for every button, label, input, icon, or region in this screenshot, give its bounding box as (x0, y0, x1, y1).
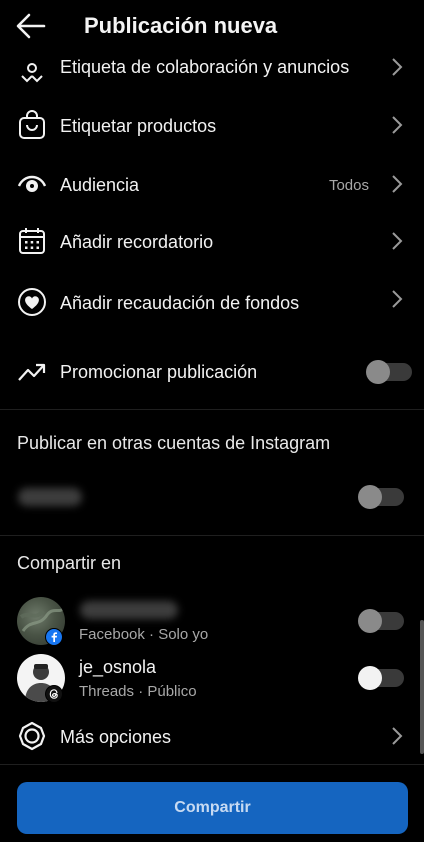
chevron-right-icon (392, 175, 403, 193)
trending-up-icon (18, 363, 46, 381)
collab-tag-icon (21, 63, 43, 83)
more-options[interactable]: Más opciones (0, 708, 424, 764)
divider (0, 409, 424, 410)
threads-badge-icon (45, 685, 63, 703)
other-account-toggle[interactable] (358, 485, 404, 509)
audience-value: Todos (328, 177, 369, 194)
option-add-fundraiser[interactable]: Añadir recaudación de fondos (0, 274, 424, 330)
chevron-right-icon (392, 727, 403, 745)
calendar-icon (19, 228, 45, 254)
chevron-right-icon (392, 116, 403, 134)
other-accounts-title: Publicar en otras cuentas de Instagram (17, 433, 331, 453)
option-tag-products[interactable]: Etiquetar productos (0, 97, 424, 153)
option-label: Etiquetar productos (60, 116, 217, 136)
audience-eye-icon (17, 175, 47, 192)
option-add-reminder[interactable]: Añadir recordatorio (0, 213, 424, 269)
more-options-label: Más opciones (60, 727, 172, 747)
shopping-bag-icon (19, 110, 45, 139)
option-audience[interactable]: Audiencia Todos (0, 156, 424, 212)
chevron-right-icon (392, 58, 403, 76)
back-arrow-icon[interactable] (14, 11, 48, 41)
share-on-title: Compartir en (17, 553, 122, 573)
divider (0, 764, 424, 765)
top-bar: Publicación nueva (0, 0, 424, 54)
scrollbar[interactable] (420, 620, 424, 754)
threads-account-name: je_osnola (79, 657, 157, 677)
option-label: Audiencia (60, 175, 140, 195)
toggle-knob (358, 609, 382, 633)
chevron-right-icon (392, 232, 403, 250)
option-label: Promocionar publicación (60, 362, 258, 382)
toggle-knob (358, 666, 382, 690)
page-title: Publicación nueva (84, 13, 278, 38)
threads-account-sub: Threads · Público (79, 683, 197, 700)
promote-toggle[interactable] (366, 360, 412, 384)
option-promote-post[interactable]: Promocionar publicación (0, 343, 424, 399)
toggle-knob (358, 485, 382, 509)
share-button-label: Compartir (174, 799, 251, 816)
toggle-knob (366, 360, 390, 384)
blurred-account-name (18, 488, 82, 506)
blurred-facebook-name (80, 601, 178, 619)
facebook-account-sub: Facebook · Solo yo (79, 626, 209, 643)
threads-share-toggle[interactable] (358, 666, 404, 690)
chevron-right-icon (392, 290, 403, 308)
share-button[interactable]: Compartir (17, 782, 408, 834)
option-label: Añadir recaudación de fondos (60, 293, 300, 313)
facebook-badge-icon (45, 628, 63, 646)
divider (0, 535, 424, 536)
gear-icon (18, 721, 46, 751)
option-label: Añadir recordatorio (60, 232, 214, 252)
option-label: Etiqueta de colaboración y anuncios (60, 57, 350, 77)
fundraiser-heart-icon (18, 288, 46, 316)
facebook-share-toggle[interactable] (358, 609, 404, 633)
